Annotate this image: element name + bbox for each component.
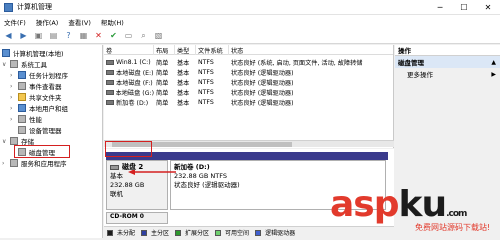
legend-label: 主分区 [151, 230, 170, 237]
forward-icon[interactable]: ▶ [18, 30, 29, 41]
expand-arrow-icon[interactable]: › [10, 105, 16, 112]
tree-task-scheduler[interactable]: › 任务计划程序 [10, 70, 68, 80]
folder-icon [18, 93, 26, 101]
title-bar: 计算机管理 ─ ☐ ✕ [0, 0, 500, 15]
highlight-box [14, 145, 70, 158]
partition-name: 新加卷 (D:) [174, 163, 210, 171]
watermark-caption: 免费网站源码下载站! [415, 223, 491, 232]
legend-swatch [255, 229, 262, 236]
tree-system-tools[interactable]: ∨ 系统工具 [2, 59, 47, 69]
volume-icon [106, 69, 114, 75]
back-icon[interactable]: ◀ [3, 30, 14, 41]
legend-label: 未分配 [117, 230, 136, 237]
navigation-tree: 计算机管理(本地) ∨ 系统工具 › 任务计划程序 › 事件查看器 › 共享文件… [0, 45, 103, 238]
menu-view[interactable]: 查看(V) [68, 17, 91, 27]
menu-help[interactable]: 帮助(H) [101, 17, 124, 27]
disk-info-panel[interactable]: 磁盘 2 基本 232.88 GB 联机 [106, 160, 168, 210]
help-icon[interactable]: ? [63, 30, 74, 41]
computer-management-icon [4, 2, 13, 12]
disk-status: 联机 [110, 190, 123, 198]
column-layout[interactable]: 布局 [154, 45, 175, 55]
hard-disk-icon [110, 165, 119, 170]
services-icon [10, 159, 18, 167]
table-row[interactable]: 本地磁盘 (F:) 简单 基本 NTFS 状态良好 (逻辑驱动器) [104, 77, 393, 87]
window-title: 计算机管理 [17, 3, 52, 11]
users-icon [18, 104, 26, 112]
menu-file[interactable]: 文件(F) [4, 17, 26, 27]
tree-root[interactable]: 计算机管理(本地) [2, 48, 64, 58]
tree-performance[interactable]: › 性能 [10, 114, 42, 124]
search-icon[interactable]: ⌕ [138, 30, 149, 41]
table-row[interactable]: 本地磁盘 (E:) 简单 基本 NTFS 状态良好 (逻辑驱动器) [104, 67, 393, 77]
storage-icon [10, 137, 18, 145]
menu-action[interactable]: 操作(A) [36, 17, 59, 27]
expand-arrow-icon[interactable]: › [10, 83, 16, 90]
table-row[interactable]: Win8.1 (C:) 简单 基本 NTFS 状态良好 (系统, 启动, 页面文… [104, 57, 393, 67]
watermark-logo: aspku.com [330, 184, 467, 225]
legend-swatch [107, 229, 113, 236]
toolbar: ◀ ▶ ▣ ▤ ? ▦ ✕ ✔ ▭ ⌕ ▧ [0, 28, 500, 44]
more-actions-item[interactable]: 更多操作 ▶ [395, 68, 500, 80]
menu-bar: 文件(F) 操作(A) 查看(V) 帮助(H) [0, 15, 500, 28]
actions-section[interactable]: 磁盘管理 ▲ [395, 56, 500, 68]
volume-icon [106, 99, 114, 105]
next-disk-label[interactable]: CD-ROM 0 [106, 212, 168, 224]
list-view-icon[interactable]: ▦ [78, 30, 89, 41]
window-controls: ─ ☐ ✕ [428, 0, 500, 15]
legend-swatch [141, 229, 148, 236]
performance-icon [18, 115, 26, 123]
up-folder-icon[interactable]: ▣ [33, 30, 44, 41]
legend-label: 可用空间 [225, 230, 250, 237]
column-volume[interactable]: 卷 [104, 45, 154, 55]
collapse-up-icon[interactable]: ▲ [491, 59, 496, 66]
tree-local-users[interactable]: › 本地用户和组 [10, 103, 68, 113]
open-folder-icon[interactable]: ▭ [123, 30, 134, 41]
volume-icon [106, 89, 114, 95]
computer-icon [2, 49, 10, 57]
disk-size: 232.88 GB [110, 181, 145, 189]
maximize-button[interactable]: ☐ [452, 0, 476, 15]
legend-label: 逻辑驱动器 [265, 230, 296, 237]
expand-arrow-icon[interactable]: › [10, 94, 16, 101]
actions-header: 操作 [395, 45, 500, 56]
minimize-button[interactable]: ─ [428, 0, 452, 15]
legend-label: 扩展分区 [185, 230, 210, 237]
event-log-icon [18, 82, 26, 90]
check-icon[interactable]: ✔ [108, 30, 119, 41]
tree-event-viewer[interactable]: › 事件查看器 [10, 81, 62, 91]
close-button[interactable]: ✕ [476, 0, 500, 15]
delete-icon[interactable]: ✕ [93, 30, 104, 41]
tools-icon [10, 60, 18, 68]
legend: 未分配 主分区 扩展分区 可用空间 逻辑驱动器 [104, 226, 394, 238]
export-icon[interactable]: ▧ [153, 30, 164, 41]
expand-arrow-icon[interactable]: › [10, 72, 16, 79]
clock-icon [18, 71, 26, 79]
device-manager-icon [18, 126, 26, 134]
tree-device-manager[interactable]: 设备管理器 [18, 125, 62, 135]
column-filesystem[interactable]: 文件系统 [196, 45, 229, 55]
pointer-arrow-icon [128, 170, 176, 175]
partition-size: 232.88 GB NTFS [174, 172, 227, 180]
expand-arrow-icon[interactable]: › [10, 116, 16, 123]
submenu-arrow-icon: ▶ [491, 70, 496, 78]
table-row[interactable]: 新加卷 (D:) 简单 基本 NTFS 状态良好 (逻辑驱动器) [104, 97, 393, 107]
properties-icon[interactable]: ▤ [48, 30, 59, 41]
column-status[interactable]: 状态 [229, 45, 393, 55]
legend-swatch [215, 229, 222, 236]
volume-icon [106, 59, 114, 65]
table-header: 卷 布局 类型 文件系统 状态 [104, 45, 393, 55]
legend-swatch [175, 229, 182, 236]
collapse-arrow-icon[interactable]: ∨ [2, 138, 8, 145]
volume-table: 卷 布局 类型 文件系统 状态 Win8.1 (C:) 简单 基本 NTFS 状… [104, 45, 394, 148]
collapse-arrow-icon[interactable]: ∨ [2, 61, 8, 68]
volume-icon [106, 79, 114, 85]
table-row[interactable]: 本地磁盘 (G:) 简单 基本 NTFS 状态良好 (逻辑驱动器) [104, 87, 393, 97]
expand-arrow-icon[interactable]: › [2, 160, 8, 167]
tree-services[interactable]: › 服务和应用程序 [2, 158, 67, 168]
column-type[interactable]: 类型 [175, 45, 196, 55]
tree-shared-folders[interactable]: › 共享文件夹 [10, 92, 62, 102]
disk-highlight-box [105, 141, 152, 157]
